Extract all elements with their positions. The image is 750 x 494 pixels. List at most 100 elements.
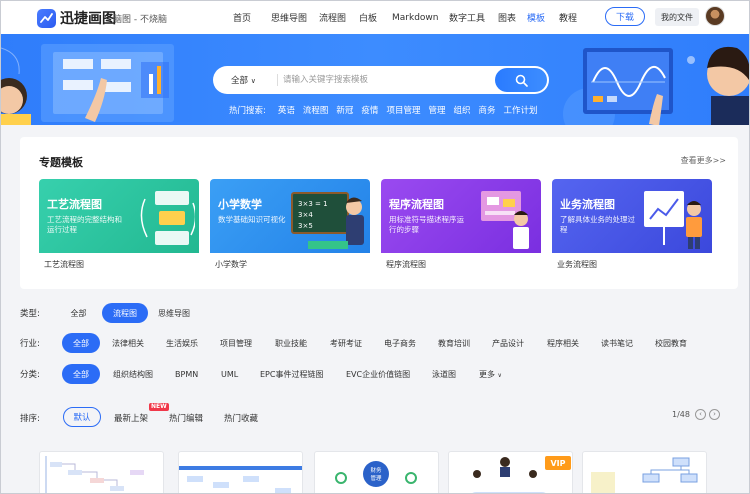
template-thumb[interactable]	[39, 451, 164, 493]
nav-markdown[interactable]: Markdown	[392, 13, 449, 23]
featured-section: 专题模板 查看更多>> 工艺流程图 工艺流程的完整结构和运行过程 工艺流程图 3…	[20, 137, 738, 289]
industry-chip[interactable]: 产品设计	[492, 338, 547, 349]
category-chip[interactable]: 组织结构图	[113, 369, 175, 380]
template-thumb[interactable]	[178, 451, 303, 493]
category-chip[interactable]: EVC企业价值链图	[346, 369, 432, 380]
my-files-button[interactable]: 我的文件	[655, 8, 699, 26]
page-frame: 迅捷画图 脑图 - 不烧脑 首页 思维导图 流程图 白板 Markdown 数字…	[0, 0, 750, 494]
card-caption: 程序流程图	[386, 260, 426, 269]
featured-card-business[interactable]: 业务流程图 了解具体业务的处理过程 业务流程图	[552, 179, 712, 275]
template-thumb[interactable]: 财务 管理	[314, 451, 439, 493]
industry-chip[interactable]: 生活娱乐	[166, 338, 220, 349]
type-label: 类型:	[20, 309, 40, 319]
download-button[interactable]: 下载	[605, 7, 645, 26]
business-illustration	[644, 191, 702, 249]
industry-label: 行业:	[20, 339, 40, 349]
nav-charts[interactable]: 图表	[498, 11, 527, 24]
featured-card-process[interactable]: 工艺流程图 工艺流程的完整结构和运行过程 工艺流程图	[39, 179, 199, 275]
industry-chip[interactable]: 教育培训	[438, 338, 492, 349]
category-label: 分类:	[20, 370, 40, 380]
nav-mindmap[interactable]: 思维导图	[271, 11, 319, 24]
card-desc: 数学基础知识可视化	[218, 215, 286, 224]
category-chip[interactable]: BPMN	[175, 370, 221, 379]
prev-page-icon[interactable]: ‹	[695, 409, 706, 420]
nav-tutorials[interactable]: 教程	[559, 11, 589, 24]
sort-hot-edit[interactable]: 热门编辑	[169, 412, 203, 424]
category-more[interactable]: 更多 ∨	[479, 369, 502, 380]
search-button[interactable]	[495, 68, 547, 92]
hot-term[interactable]: 疫情	[361, 104, 378, 116]
nav-digital-tools[interactable]: 数字工具	[449, 11, 498, 24]
nav-flowchart[interactable]: 流程图	[319, 11, 359, 24]
logo[interactable]: 迅捷画图	[37, 8, 116, 28]
nav-whiteboard[interactable]: 白板	[359, 11, 392, 24]
section-title: 专题模板	[39, 156, 83, 169]
type-chip-all[interactable]: 全部	[55, 308, 102, 319]
category-chip[interactable]: UML	[221, 370, 260, 379]
filter-panel: 类型: 全部 流程图 思维导图 行业: 全部 法律相关 生活娱乐 项目管理 职业…	[20, 291, 738, 397]
hot-term[interactable]: 英语	[278, 104, 295, 116]
card-title: 业务流程图	[560, 198, 615, 211]
hot-term[interactable]: 商务	[478, 104, 495, 116]
search-box: 全部 ∨	[213, 66, 549, 94]
card-desc: 了解具体业务的处理过程	[560, 215, 635, 234]
card-title: 工艺流程图	[47, 198, 102, 211]
sort-label: 排序:	[20, 414, 40, 424]
page-indicator: 1/48	[672, 410, 690, 419]
card-desc: 用标准符号描述程序运行的步骤	[389, 215, 464, 234]
next-page-icon[interactable]: ›	[709, 409, 720, 420]
featured-card-program[interactable]: 程序流程图 用标准符号描述程序运行的步骤 程序流程图	[381, 179, 541, 275]
sort-hot-fav[interactable]: 热门收藏	[224, 412, 258, 424]
hot-term[interactable]: 组织	[453, 104, 470, 116]
industry-chip[interactable]: 职业技能	[275, 338, 330, 349]
industry-chip-all[interactable]: 全部	[62, 333, 100, 353]
hot-term[interactable]: 工作计划	[504, 104, 538, 116]
category-chip[interactable]: EPC事件过程链图	[260, 369, 346, 380]
hot-searches: 热门搜索: 英语 流程图 新冠 疫情 项目管理 管理 组织 商务 工作计划	[229, 104, 538, 116]
card-caption: 工艺流程图	[44, 260, 84, 269]
search-icon	[515, 74, 528, 87]
featured-card-math[interactable]: 3×3 = 1 3×4 3×5 小学数学 数学基础知识可视化 小学数学	[210, 179, 370, 275]
svg-text:3×5: 3×5	[298, 222, 313, 230]
sort-default[interactable]: 默认	[63, 407, 101, 427]
template-thumb[interactable]	[582, 451, 707, 493]
category-chip-all[interactable]: 全部	[62, 364, 100, 384]
hot-term[interactable]: 管理	[428, 104, 445, 116]
svg-text:管理: 管理	[370, 474, 382, 482]
hot-term[interactable]: 项目管理	[386, 104, 420, 116]
nav-templates[interactable]: 模板	[527, 11, 559, 24]
main-nav: 首页 思维导图 流程图 白板 Markdown 数字工具 图表 模板 教程	[233, 1, 589, 34]
avatar[interactable]	[705, 6, 725, 26]
industry-chip[interactable]: 项目管理	[220, 338, 275, 349]
industry-chip[interactable]: 法律相关	[112, 338, 166, 349]
card-caption: 业务流程图	[557, 260, 597, 269]
category-filter-row: 分类: 全部 组织结构图 BPMN UML EPC事件过程链图 EVC企业价值链…	[20, 364, 502, 384]
template-thumb[interactable]: VIP	[448, 451, 573, 493]
top-header: 迅捷画图 脑图 - 不烧脑 首页 思维导图 流程图 白板 Markdown 数字…	[1, 1, 749, 34]
industry-chip[interactable]: 电子商务	[384, 338, 438, 349]
hot-label: 热门搜索:	[229, 106, 266, 116]
hot-term[interactable]: 新冠	[336, 104, 353, 116]
logo-text: 迅捷画图	[60, 11, 116, 27]
sort-newest[interactable]: 最新上架	[114, 412, 148, 424]
type-chip-mindmap[interactable]: 思维导图	[158, 308, 190, 319]
svg-text:3×3 = 1: 3×3 = 1	[298, 200, 328, 208]
thumb-org-people: VIP	[472, 456, 571, 493]
category-chip[interactable]: 泳道图	[432, 369, 479, 380]
thumb-finance: 财务 管理	[335, 461, 417, 487]
logo-icon	[37, 8, 56, 28]
search-scope-select[interactable]: 全部 ∨	[231, 74, 256, 86]
industry-chip[interactable]: 程序相关	[547, 338, 601, 349]
logo-subtitle: 脑图 - 不烧脑	[113, 15, 167, 25]
hot-term[interactable]: 流程图	[303, 104, 329, 116]
type-filter-row: 类型: 全部 流程图 思维导图	[20, 303, 190, 323]
more-link[interactable]: 查看更多>>	[681, 155, 726, 166]
industry-chip[interactable]: 读书笔记	[601, 338, 655, 349]
card-desc: 工艺流程的完整结构和运行过程	[47, 215, 122, 234]
search-input[interactable]	[283, 72, 493, 88]
nav-home[interactable]: 首页	[233, 11, 271, 24]
industry-chip[interactable]: 校园教育	[655, 338, 687, 349]
industry-chip[interactable]: 考研考证	[330, 338, 384, 349]
type-chip-flowchart[interactable]: 流程图	[102, 303, 148, 323]
card-caption: 小学数学	[215, 260, 247, 269]
